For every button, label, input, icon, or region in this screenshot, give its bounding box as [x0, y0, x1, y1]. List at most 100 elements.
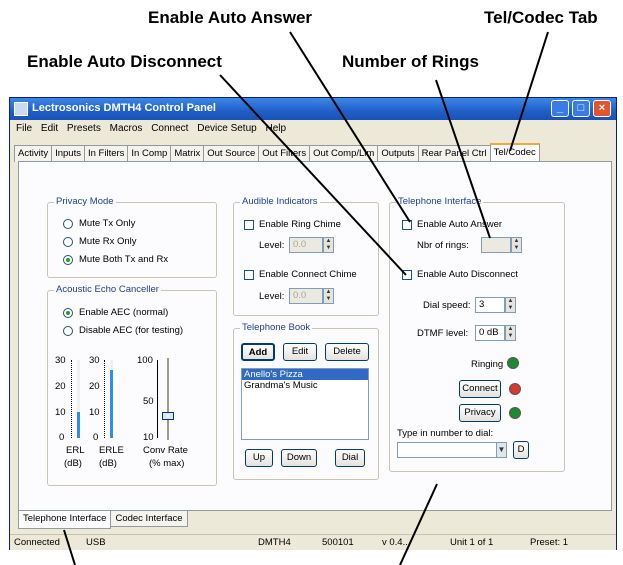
- status-version: v 0.4...: [382, 537, 411, 548]
- menu-presets[interactable]: Presets: [67, 123, 101, 134]
- close-button[interactable]: ×: [593, 100, 611, 117]
- ring-level-spinner[interactable]: ▲ ▼: [323, 237, 334, 253]
- menu-edit[interactable]: Edit: [41, 123, 58, 134]
- telephone-interface-title: Telephone Interface: [396, 196, 484, 207]
- conv-tick-100: 100: [137, 355, 153, 366]
- phonebook-list[interactable]: Anello's Pizza Grandma's Music: [241, 368, 369, 440]
- tab-in-comp[interactable]: In Comp: [127, 145, 172, 162]
- title-bar: Lectrosonics DMTH4 Control Panel _ □ ×: [10, 98, 616, 120]
- erl-label: ERL: [66, 445, 85, 456]
- enable-auto-disconnect-label: Enable Auto Disconnect: [417, 269, 518, 280]
- minimize-button[interactable]: _: [551, 100, 569, 117]
- tab-out-filters[interactable]: Out Filters: [258, 145, 311, 162]
- privacy-mode-title: Privacy Mode: [54, 196, 116, 207]
- dial-number-input[interactable]: [397, 442, 507, 458]
- radio-disable-aec[interactable]: [63, 326, 73, 336]
- menu-help[interactable]: Help: [265, 123, 286, 134]
- main-tabs: Activity Inputs In Filters In Comp Matrix Out…: [14, 143, 612, 162]
- ring-level-label: Level:: [259, 240, 285, 251]
- phonebook-entry[interactable]: Anello's Pizza: [242, 369, 368, 380]
- tab-out-comp-lim[interactable]: Out Comp/Lim: [309, 145, 379, 162]
- menu-connect[interactable]: Connect: [151, 123, 188, 134]
- tab-tel-codec[interactable]: Tel/Codec: [489, 143, 540, 162]
- conv-tick-column: [157, 360, 162, 438]
- status-unit: Unit 1 of 1: [450, 537, 494, 548]
- telephone-book-title: Telephone Book: [240, 322, 313, 333]
- menu-macros[interactable]: Macros: [110, 123, 143, 134]
- callout-tel-codec-tab: Tel/Codec Tab: [484, 8, 598, 27]
- maximize-button[interactable]: □: [572, 100, 590, 117]
- dial-speed-spinner[interactable]: ▲ ▼: [505, 297, 516, 313]
- erl-tick-20: 20: [55, 381, 66, 392]
- callout-enable-auto-answer: Enable Auto Answer: [148, 8, 313, 27]
- down-button[interactable]: Down: [281, 449, 317, 467]
- enable-auto-disconnect-checkbox[interactable]: [402, 270, 412, 280]
- mute-tx-only-label: Mute Tx Only: [79, 218, 136, 229]
- enable-auto-answer-checkbox[interactable]: [402, 220, 412, 230]
- status-bar: Connected USB DMTH4 500101 v 0.4... Unit…: [10, 534, 616, 550]
- radio-mute-both[interactable]: [63, 255, 73, 265]
- edit-button[interactable]: Edit: [283, 343, 317, 361]
- conv-rate-unit: (% max): [149, 458, 185, 469]
- delete-button[interactable]: Delete: [325, 343, 369, 361]
- mute-rx-only-label: Mute Rx Only: [79, 236, 137, 247]
- tel-codec-panel: Privacy Mode Mute Tx Only Mute Rx Only M…: [18, 161, 612, 511]
- conv-tick-50: 50: [143, 396, 154, 407]
- callout-enable-auto-disconnect: Enable Auto Disconnect: [27, 52, 222, 71]
- erle-tick-0: 0: [93, 432, 99, 443]
- privacy-led: [509, 407, 521, 419]
- ringing-led: [507, 357, 519, 369]
- connect-button[interactable]: Connect: [459, 380, 501, 398]
- tab-rear-panel-ctrl[interactable]: Rear Panel Ctrl: [417, 145, 491, 162]
- dtmf-level-field[interactable]: 0 dB: [475, 325, 505, 341]
- connect-led: [509, 383, 521, 395]
- status-device: DMTH4: [258, 537, 291, 548]
- radio-mute-rx-only[interactable]: [63, 237, 73, 247]
- status-port: USB: [86, 537, 106, 548]
- privacy-button[interactable]: Privacy: [459, 404, 501, 422]
- erle-tick-20: 20: [89, 381, 100, 392]
- d-button[interactable]: D: [513, 441, 529, 459]
- phonebook-entry[interactable]: Grandma's Music: [242, 380, 368, 391]
- conv-rate-slider[interactable]: [162, 412, 174, 420]
- tab-outputs[interactable]: Outputs: [377, 145, 419, 162]
- enable-connect-chime-label: Enable Connect Chime: [259, 269, 357, 280]
- radio-enable-aec[interactable]: [63, 308, 73, 318]
- chevron-down-icon[interactable]: ▼: [496, 442, 507, 458]
- bottom-tabs: Telephone Interface Codec Interface: [18, 511, 188, 529]
- status-preset: Preset: 1: [530, 537, 569, 548]
- erle-label: ERLE: [99, 445, 124, 456]
- dtmf-level-spinner[interactable]: ▲ ▼: [505, 325, 516, 341]
- erl-tick-column: [71, 360, 76, 438]
- tab-telephone-interface[interactable]: Telephone Interface: [18, 511, 112, 529]
- erle-meter-bar: [110, 370, 113, 438]
- menu-file[interactable]: File: [16, 123, 32, 134]
- connect-level-spinner[interactable]: ▲ ▼: [323, 288, 334, 304]
- dial-speed-field[interactable]: 3: [475, 297, 505, 313]
- nbr-of-rings-spinner[interactable]: ▲ ▼: [511, 237, 522, 253]
- add-button[interactable]: Add: [241, 343, 275, 361]
- nbr-of-rings-field[interactable]: [481, 237, 511, 253]
- menu-bar: File Edit Presets Macros Connect Device …: [10, 120, 616, 138]
- radio-mute-tx-only[interactable]: [63, 219, 73, 229]
- erle-tick-30: 30: [89, 355, 100, 366]
- enable-connect-chime-checkbox[interactable]: [244, 270, 254, 280]
- tab-in-filters[interactable]: In Filters: [83, 145, 129, 162]
- enable-ring-chime-checkbox[interactable]: [244, 220, 254, 230]
- menu-device-setup[interactable]: Device Setup: [197, 123, 256, 134]
- erle-tick-column: [104, 360, 109, 438]
- up-button[interactable]: Up: [245, 449, 273, 467]
- ring-level-field[interactable]: 0.0: [289, 237, 323, 253]
- tab-codec-interface[interactable]: Codec Interface: [110, 511, 188, 527]
- erl-tick-0: 0: [59, 432, 65, 443]
- tab-inputs[interactable]: Inputs: [51, 145, 85, 162]
- enable-auto-answer-label: Enable Auto Answer: [417, 219, 503, 230]
- callout-number-of-rings: Number of Rings: [342, 52, 479, 71]
- tab-out-source[interactable]: Out Source: [203, 145, 260, 162]
- connect-level-field[interactable]: 0.0: [289, 288, 323, 304]
- aec-title: Acoustic Echo Canceller: [54, 284, 161, 295]
- dial-button[interactable]: Dial: [335, 449, 365, 467]
- tab-activity[interactable]: Activity: [14, 145, 53, 162]
- status-serial: 500101: [322, 537, 354, 548]
- tab-matrix[interactable]: Matrix: [170, 145, 205, 162]
